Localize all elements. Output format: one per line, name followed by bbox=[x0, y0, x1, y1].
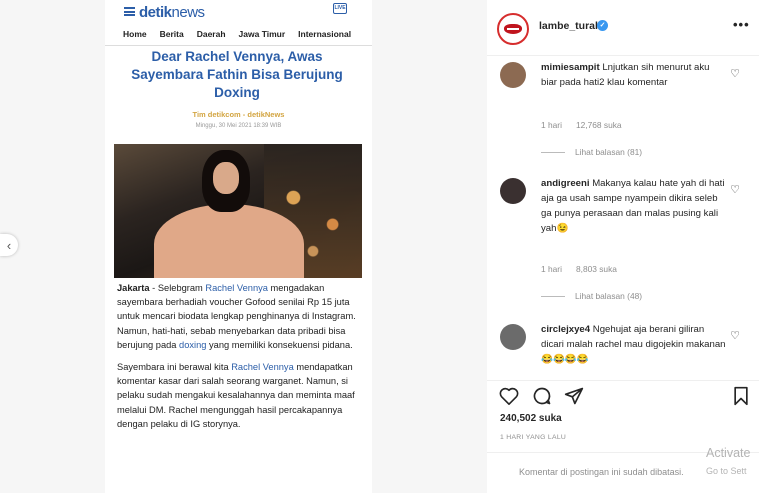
detik-logo: detiknews bbox=[139, 4, 205, 21]
windows-activation-watermark-sub: Go to Sett bbox=[706, 466, 747, 476]
view-replies-button[interactable]: Lihat balasan (81) bbox=[541, 147, 642, 157]
like-comment-heart-icon[interactable]: ♡ bbox=[729, 68, 741, 80]
article-author: Tim detikcom - detikNews bbox=[192, 110, 285, 119]
avatar[interactable] bbox=[497, 13, 529, 45]
menu-item: Berita bbox=[159, 29, 184, 39]
comment-username[interactable]: circlejxye4 bbox=[541, 324, 590, 335]
menu-item: Daerah bbox=[196, 29, 226, 39]
comment-text: circlejxye4 Ngehujat aja berani giliran … bbox=[541, 324, 726, 365]
likes-count[interactable]: 240,502 suka bbox=[500, 413, 562, 424]
comment-text: mimiesampit Lnjutkan sih menurut aku bia… bbox=[541, 62, 710, 88]
live-tv-icon: LIVE bbox=[333, 3, 347, 14]
windows-activation-watermark: Activate bbox=[706, 446, 751, 460]
menu-item: Jawa Timur bbox=[238, 29, 286, 39]
comments-list[interactable]: mimiesampit Lnjutkan sih menurut aku bia… bbox=[487, 56, 759, 374]
save-bookmark-icon[interactable] bbox=[730, 385, 752, 407]
like-comment-heart-icon[interactable]: ♡ bbox=[729, 330, 741, 342]
article-body: Jakarta - Selebgram Rachel Vennya mengad… bbox=[117, 281, 365, 439]
article-paragraph: Sayembara ini berawal kita Rachel Vennya… bbox=[117, 362, 355, 429]
lips-logo-icon bbox=[504, 24, 522, 34]
photo-subject bbox=[154, 204, 304, 278]
comment-likes[interactable]: 12,768 suka bbox=[576, 120, 622, 130]
post-username[interactable]: lambe_turah bbox=[539, 20, 601, 32]
comment-username[interactable]: mimiesampit bbox=[541, 62, 600, 73]
like-comment-heart-icon[interactable]: ♡ bbox=[729, 184, 741, 196]
article-header: detiknews LIVE bbox=[105, 0, 372, 24]
comment-username[interactable]: andigreeni bbox=[541, 178, 590, 189]
menu-item: Home bbox=[123, 29, 147, 39]
like-heart-icon[interactable] bbox=[498, 385, 520, 407]
view-replies-button[interactable]: Lihat balasan (48) bbox=[541, 291, 642, 301]
avatar[interactable] bbox=[500, 324, 526, 350]
avatar[interactable] bbox=[500, 178, 526, 204]
post-timestamp[interactable]: 1 HARI YANG LALU bbox=[500, 434, 566, 441]
comment-meta: 1 hari 8,803 suka bbox=[541, 264, 617, 274]
article-photo bbox=[114, 144, 362, 278]
article-menu: Home Berita Daerah Jawa Timur Internasio… bbox=[105, 24, 372, 46]
comment-bubble-icon[interactable] bbox=[531, 385, 553, 407]
post-image: detiknews LIVE Home Berita Daerah Jawa T… bbox=[105, 0, 372, 493]
post-actions bbox=[487, 380, 759, 410]
post-header: lambe_turah ✓ ••• bbox=[487, 0, 759, 56]
post-side-panel: lambe_turah ✓ ••• mimiesampit Lnjutkan s… bbox=[487, 0, 759, 493]
article-title: Dear Rachel Vennya, Awas Sayembara Fathi… bbox=[131, 49, 343, 100]
hamburger-menu-icon bbox=[124, 7, 135, 16]
avatar[interactable] bbox=[500, 62, 526, 88]
more-options-icon[interactable]: ••• bbox=[733, 17, 750, 32]
menu-item: Internasional bbox=[298, 29, 352, 39]
comment-text: andigreeni Makanya kalau hate yah di hat… bbox=[541, 178, 725, 234]
share-paper-plane-icon[interactable] bbox=[563, 385, 585, 407]
middle-background bbox=[372, 0, 487, 493]
comment-likes[interactable]: 8,803 suka bbox=[576, 264, 617, 274]
verified-badge-icon: ✓ bbox=[597, 20, 608, 31]
comment-meta: 1 hari 12,768 suka bbox=[541, 120, 622, 130]
article-date: Minggu, 30 Mei 2021 18:39 WIB bbox=[195, 123, 282, 129]
chevron-left-icon: ‹ bbox=[6, 237, 12, 253]
article-paragraph: Jakarta - Selebgram Rachel Vennya mengad… bbox=[117, 283, 356, 350]
